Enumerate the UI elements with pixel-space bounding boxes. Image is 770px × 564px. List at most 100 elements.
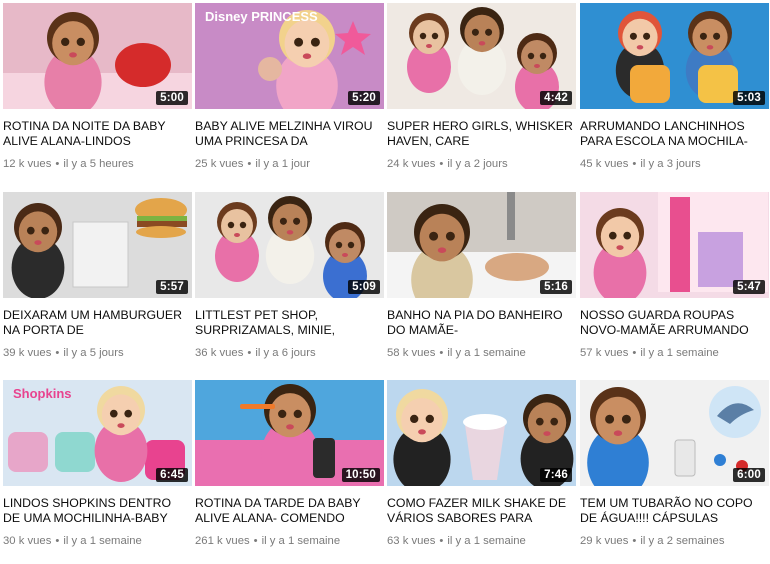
video-thumbnail[interactable]: 5:47 bbox=[580, 192, 769, 298]
meta-separator: • bbox=[55, 535, 60, 547]
video-duration-badge: 5:16 bbox=[540, 280, 572, 294]
video-thumbnail[interactable]: 5:16 bbox=[387, 192, 576, 298]
video-duration-badge: 4:42 bbox=[540, 91, 572, 105]
video-meta: 58 k vues • il y a 1 semaine bbox=[387, 346, 576, 360]
upload-age: il y a 6 jours bbox=[255, 347, 316, 359]
video-meta: 25 k vues • il y a 1 jour bbox=[195, 157, 384, 171]
video-thumbnail[interactable]: 5:57 bbox=[3, 192, 192, 298]
wardrobe-door-icon bbox=[670, 197, 690, 292]
upload-age: il y a 5 jours bbox=[63, 347, 124, 359]
upload-age: il y a 2 semaines bbox=[640, 535, 725, 547]
doll-figure bbox=[407, 13, 451, 93]
doll-figure bbox=[261, 384, 319, 486]
view-count: 36 k vues bbox=[195, 347, 244, 359]
video-duration-badge: 5:03 bbox=[733, 91, 765, 105]
video-duration-badge: 5:20 bbox=[348, 91, 380, 105]
video-duration-badge: 5:00 bbox=[156, 91, 188, 105]
video-title[interactable]: ROTINA DA NOITE DA BABY ALIVE ALANA-LIND… bbox=[3, 119, 189, 149]
doll-figure bbox=[457, 7, 507, 95]
video-card[interactable]: 4:42 SUPER HERO GIRLS, WHISKER HAVEN, CAR… bbox=[387, 3, 576, 171]
video-duration-badge: 6:00 bbox=[733, 468, 765, 482]
video-card[interactable]: 5:09 LITTLEST PET SHOP, SURPRIZAMALS, MIN… bbox=[195, 192, 384, 360]
upload-age: il y a 5 heures bbox=[63, 158, 134, 170]
video-card[interactable]: 7:46 COMO FAZER MILK SHAKE DE VÁRIOS SABO… bbox=[387, 380, 576, 548]
view-count: 25 k vues bbox=[195, 158, 244, 170]
video-title[interactable]: SUPER HERO GIRLS, WHISKER HAVEN, CARE bbox=[387, 119, 573, 149]
video-meta: 30 k vues • il y a 1 semaine bbox=[3, 534, 192, 548]
video-thumbnail[interactable]: 5:09 bbox=[195, 192, 384, 298]
view-count: 261 k vues bbox=[195, 535, 250, 547]
video-meta: 57 k vues • il y a 1 semaine bbox=[580, 346, 769, 360]
view-count: 63 k vues bbox=[387, 535, 436, 547]
video-thumbnail[interactable]: 4:42 bbox=[387, 3, 576, 109]
video-title[interactable]: BANHO NA PIA DO BANHEIRO DO MAMÃE- bbox=[387, 308, 573, 338]
upload-age: il y a 1 semaine bbox=[447, 535, 526, 547]
meta-separator: • bbox=[55, 158, 60, 170]
video-title[interactable]: ROTINA DA TARDE DA BABY ALIVE ALANA- COM… bbox=[195, 496, 381, 526]
video-meta: 24 k vues • il y a 2 jours bbox=[387, 157, 576, 171]
video-duration-badge: 10:50 bbox=[341, 468, 380, 482]
video-title[interactable]: LITTLEST PET SHOP, SURPRIZAMALS, MINIE, bbox=[195, 308, 381, 338]
video-title[interactable]: DEIXARAM UM HAMBURGUER NA PORTA DE bbox=[3, 308, 189, 338]
video-card[interactable]: 5:16 BANHO NA PIA DO BANHEIRO DO MAMÃE- 58… bbox=[387, 192, 576, 360]
video-meta: 261 k vues • il y a 1 semaine bbox=[195, 534, 384, 548]
video-card[interactable]: 5:47 NOSSO GUARDA ROUPAS NOVO-MAMÃE ARRUM… bbox=[580, 192, 769, 360]
video-thumbnail[interactable]: 7:46 bbox=[387, 380, 576, 486]
meta-separator: • bbox=[55, 347, 60, 359]
video-title[interactable]: ARRUMANDO LANCHINHOS PARA ESCOLA NA MOCH… bbox=[580, 119, 766, 149]
view-count: 12 k vues bbox=[3, 158, 52, 170]
meta-separator: • bbox=[439, 158, 444, 170]
video-thumbnail[interactable]: 10:50 bbox=[195, 380, 384, 486]
video-thumbnail[interactable]: Disney PRINCESS 5:20 bbox=[195, 3, 384, 109]
video-duration-badge: 7:46 bbox=[540, 468, 572, 482]
video-card[interactable]: 6:00 TEM UM TUBARÃO NO COPO DE ÁGUA!!!! C… bbox=[580, 380, 769, 548]
video-duration-badge: 6:45 bbox=[156, 468, 188, 482]
video-title[interactable]: BABY ALIVE MELZINHA VIROU UMA PRINCESA D… bbox=[195, 119, 381, 149]
meta-separator: • bbox=[253, 535, 258, 547]
meta-separator: • bbox=[247, 347, 252, 359]
video-card[interactable]: 5:57 DEIXARAM UM HAMBURGUER NA PORTA DE 39… bbox=[3, 192, 192, 360]
video-card[interactable]: Shopkins 6:45 LINDOS SHOPKINS DENTRO DE UM… bbox=[3, 380, 192, 548]
view-count: 45 k vues bbox=[580, 158, 629, 170]
video-title[interactable]: TEM UM TUBARÃO NO COPO DE ÁGUA!!!! CÁPSU… bbox=[580, 496, 766, 526]
video-card[interactable]: 10:50 ROTINA DA TARDE DA BABY ALIVE ALANA… bbox=[195, 380, 384, 548]
view-count: 24 k vues bbox=[387, 158, 436, 170]
faucet-icon bbox=[507, 192, 515, 240]
video-title[interactable]: NOSSO GUARDA ROUPAS NOVO-MAMÃE ARRUMANDO bbox=[580, 308, 766, 338]
doll-figure bbox=[393, 389, 451, 486]
video-card[interactable]: 5:00 ROTINA DA NOITE DA BABY ALIVE ALANA-… bbox=[3, 3, 192, 171]
video-title[interactable]: COMO FAZER MILK SHAKE DE VÁRIOS SABORES … bbox=[387, 496, 573, 526]
video-card[interactable]: Disney PRINCESS 5:20 BABY ALIVE MELZINHA V… bbox=[195, 3, 384, 171]
meta-separator: • bbox=[632, 158, 637, 170]
upload-age: il y a 1 semaine bbox=[640, 347, 719, 359]
doll-figure bbox=[265, 196, 315, 284]
thumb-logo-text: Shopkins bbox=[13, 386, 72, 401]
video-duration-badge: 5:57 bbox=[156, 280, 188, 294]
video-thumbnail[interactable]: Shopkins 6:45 bbox=[3, 380, 192, 486]
upload-age: il y a 1 semaine bbox=[261, 535, 341, 547]
video-thumbnail[interactable]: 5:00 bbox=[3, 3, 192, 109]
video-card[interactable]: 5:03 ARRUMANDO LANCHINHOS PARA ESCOLA NA … bbox=[580, 3, 769, 171]
view-count: 30 k vues bbox=[3, 535, 52, 547]
video-thumbnail[interactable]: 5:03 bbox=[580, 3, 769, 109]
video-title[interactable]: LINDOS SHOPKINS DENTRO DE UMA MOCHILINHA… bbox=[3, 496, 189, 526]
video-meta: 45 k vues • il y a 3 jours bbox=[580, 157, 769, 171]
doll-figure bbox=[215, 202, 259, 282]
video-meta: 12 k vues • il y a 5 heures bbox=[3, 157, 192, 171]
doll-figure bbox=[44, 12, 102, 109]
meta-separator: • bbox=[439, 535, 444, 547]
doll-figure bbox=[94, 386, 148, 482]
thumb-logo-text: Disney PRINCESS bbox=[205, 9, 318, 24]
upload-age: il y a 1 jour bbox=[255, 158, 310, 170]
backpack-icon bbox=[630, 65, 670, 103]
video-thumbnail[interactable]: 6:00 bbox=[580, 380, 769, 486]
meta-separator: • bbox=[632, 347, 637, 359]
doll-figure bbox=[593, 208, 647, 298]
video-duration-badge: 5:47 bbox=[733, 280, 765, 294]
view-count: 58 k vues bbox=[387, 347, 436, 359]
meta-separator: • bbox=[439, 347, 444, 359]
meta-separator: • bbox=[247, 158, 252, 170]
video-meta: 36 k vues • il y a 6 jours bbox=[195, 346, 384, 360]
view-count: 29 k vues bbox=[580, 535, 629, 547]
meta-separator: • bbox=[632, 535, 637, 547]
